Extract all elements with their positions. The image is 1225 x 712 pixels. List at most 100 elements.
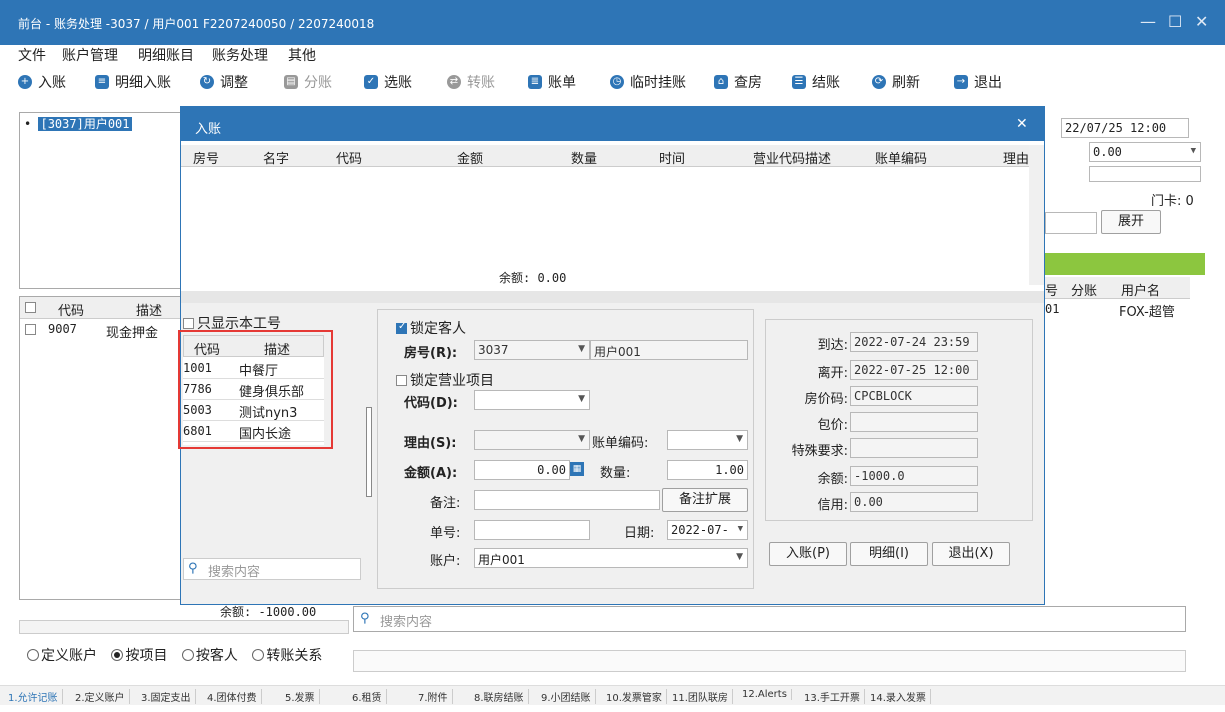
tab-group-pay[interactable]: 4.团体付费 bbox=[207, 689, 262, 704]
detail-button[interactable]: 明细(I) bbox=[850, 542, 928, 566]
date-label: 日期: bbox=[624, 526, 655, 541]
row-no: 01 bbox=[1045, 302, 1060, 316]
temp-hang-button[interactable]: ◷ 临时挂账 bbox=[610, 72, 686, 92]
post-submit-button[interactable]: 入账(P) bbox=[769, 542, 847, 566]
menu-accounting[interactable]: 账务处理 bbox=[212, 45, 268, 65]
tab-lease[interactable]: 6.租赁 bbox=[352, 689, 387, 704]
tab-small-group[interactable]: 9.小团结账 bbox=[541, 689, 596, 704]
menu-other[interactable]: 其他 bbox=[288, 45, 316, 65]
exit-button[interactable]: → 退出 bbox=[954, 72, 1002, 92]
detail-post-label: 明细入账 bbox=[115, 75, 171, 91]
radio-define-account[interactable]: 定义账户 bbox=[27, 648, 97, 664]
adjust-icon: ↻ bbox=[200, 75, 214, 89]
account-select[interactable]: 用户001 ▼ bbox=[474, 548, 748, 568]
left-item-table: 代码 描述 9007 现金押金 bbox=[19, 296, 189, 600]
detail-post-button[interactable]: ≡ 明细入账 bbox=[95, 72, 171, 92]
expand-button[interactable]: 展开 bbox=[1101, 210, 1161, 234]
select-bill-button[interactable]: ✓ 选账 bbox=[364, 72, 412, 92]
lock-item-checkbox[interactable]: 锁定营业项目 bbox=[396, 370, 494, 390]
door-card-count: 门卡: 0 bbox=[1151, 194, 1194, 209]
check-room-button[interactable]: ⌂ 查房 bbox=[714, 72, 762, 92]
tab-team-link[interactable]: 11.团队联房 bbox=[672, 689, 733, 704]
close-icon[interactable]: ✕ bbox=[1195, 12, 1208, 31]
radio-by-guest[interactable]: 按客人 bbox=[181, 648, 238, 664]
refresh-icon: ⟳ bbox=[872, 75, 886, 89]
code-label: 代码(D): bbox=[404, 396, 458, 411]
list-item[interactable]: 1001 中餐厅 bbox=[183, 358, 324, 379]
list-item[interactable]: 7786 健身俱乐部 bbox=[183, 379, 324, 400]
search-icon: ⚲ bbox=[360, 611, 370, 626]
tab-fixed-expense[interactable]: 3.固定支出 bbox=[141, 689, 196, 704]
bill-code-select[interactable]: ▼ bbox=[667, 430, 748, 450]
grid-scrollbar[interactable] bbox=[1029, 145, 1044, 285]
rate-code-field: CPCBLOCK bbox=[850, 386, 978, 406]
toolbar: + 入账 ≡ 明细入账 ↻ 调整 ▤ 分账 ✓ 选账 ⇄ 转账 ≣ 账单 ◷ 临时挂账 ⌂ 查房 … bbox=[0, 66, 1225, 99]
post-button[interactable]: + 入账 bbox=[18, 72, 66, 92]
tab-alerts[interactable]: 12.Alerts bbox=[742, 689, 792, 700]
tab-attachment[interactable]: 7.附件 bbox=[418, 689, 453, 704]
refresh-label: 刷新 bbox=[892, 75, 920, 91]
tab-enter-invoice[interactable]: 14.录入发票 bbox=[870, 689, 931, 704]
room-label: 房号(R): bbox=[404, 346, 458, 361]
rate-select[interactable]: 0.00 ▼ bbox=[1089, 142, 1201, 162]
tab-define-account[interactable]: 2.定义账户 bbox=[75, 689, 130, 704]
checkout-button[interactable]: ☰ 结账 bbox=[792, 72, 840, 92]
menu-file[interactable]: 文件 bbox=[18, 45, 46, 65]
chevron-down-icon: ▼ bbox=[578, 434, 585, 444]
menu-detail[interactable]: 明细账目 bbox=[138, 45, 194, 65]
code-search-box[interactable]: ⚲ 搜索内容 bbox=[183, 558, 361, 580]
split-button[interactable]: ▤ 分账 bbox=[284, 72, 332, 92]
bill-button[interactable]: ≣ 账单 bbox=[528, 72, 576, 92]
minimize-icon[interactable]: — bbox=[1140, 12, 1156, 31]
menu-account-mgmt[interactable]: 账户管理 bbox=[62, 45, 118, 65]
transfer-button[interactable]: ⇄ 转账 bbox=[447, 72, 495, 92]
table-row[interactable]: 01 FOX-超管 bbox=[1045, 300, 1190, 320]
bottom-blank-panel bbox=[353, 650, 1186, 672]
row-checkbox[interactable] bbox=[25, 324, 36, 335]
bottom-search-box[interactable]: ⚲ 搜索内容 bbox=[353, 606, 1186, 632]
radio-transfer-rel[interactable]: 转账关系 bbox=[252, 648, 322, 664]
qty-input[interactable]: 1.00 bbox=[667, 460, 748, 480]
tab-linked-checkout[interactable]: 8.联房结账 bbox=[474, 689, 529, 704]
remark-label: 备注: bbox=[430, 496, 461, 511]
search-icon: ⚲ bbox=[188, 561, 198, 576]
row-code: 9007 bbox=[48, 322, 77, 336]
tab-manual-invoice[interactable]: 13.手工开票 bbox=[804, 689, 865, 704]
list-item[interactable]: 5003 测试nyn3 bbox=[183, 400, 324, 421]
list-item[interactable]: 6801 国内长途 bbox=[183, 421, 324, 442]
radio-by-item[interactable]: 按项目 bbox=[111, 648, 167, 664]
tree-item[interactable]: • [3037]用户001 bbox=[24, 115, 132, 132]
select-all-checkbox[interactable] bbox=[25, 302, 36, 313]
tab-invoice-manager[interactable]: 10.发票管家 bbox=[606, 689, 667, 704]
horizontal-scrollbar[interactable] bbox=[19, 620, 349, 634]
right-input[interactable] bbox=[1045, 212, 1097, 234]
remark-input[interactable] bbox=[474, 490, 660, 510]
tab-allow-posting[interactable]: 1.允许记账 bbox=[8, 689, 63, 704]
table-row[interactable]: 9007 现金押金 bbox=[20, 320, 188, 341]
amount-input[interactable]: 0.00 bbox=[474, 460, 570, 480]
row-username: FOX-超管 bbox=[1119, 305, 1175, 320]
remark-expand-button[interactable]: 备注扩展 bbox=[662, 488, 748, 512]
calculator-icon[interactable]: ▦ bbox=[570, 462, 584, 476]
exit-label: 退出 bbox=[974, 75, 1002, 91]
date-picker[interactable]: 2022-07- ▼ bbox=[667, 520, 748, 540]
splitter-handle[interactable] bbox=[366, 407, 372, 497]
reason-select[interactable]: ▼ bbox=[474, 430, 590, 450]
bottom-search-placeholder: 搜索内容 bbox=[380, 615, 433, 630]
window-title: 前台 - 账务处理 -3037 / 用户001 F2207240050 / 22… bbox=[18, 17, 375, 31]
col-amount: 金额 bbox=[457, 152, 484, 167]
grid-hscrollbar[interactable] bbox=[181, 291, 1044, 303]
lock-guest-checkbox[interactable]: 锁定客人 bbox=[396, 318, 466, 338]
room-select[interactable]: 3037 ▼ bbox=[474, 340, 590, 360]
post-label: 入账 bbox=[38, 75, 66, 91]
tab-invoice[interactable]: 5.发票 bbox=[285, 689, 320, 704]
order-input[interactable] bbox=[474, 520, 590, 540]
code-select[interactable]: ▼ bbox=[474, 390, 590, 410]
right-blank-field[interactable] bbox=[1089, 166, 1201, 182]
dialog-exit-button[interactable]: 退出(X) bbox=[932, 542, 1010, 566]
dialog-close-icon[interactable]: ✕ bbox=[1016, 116, 1028, 132]
refresh-button[interactable]: ⟳ 刷新 bbox=[872, 72, 920, 92]
maximize-icon[interactable]: ☐ bbox=[1168, 12, 1182, 31]
departure-field[interactable]: 22/07/25 12:00 bbox=[1061, 118, 1189, 138]
adjust-button[interactable]: ↻ 调整 bbox=[200, 72, 248, 92]
